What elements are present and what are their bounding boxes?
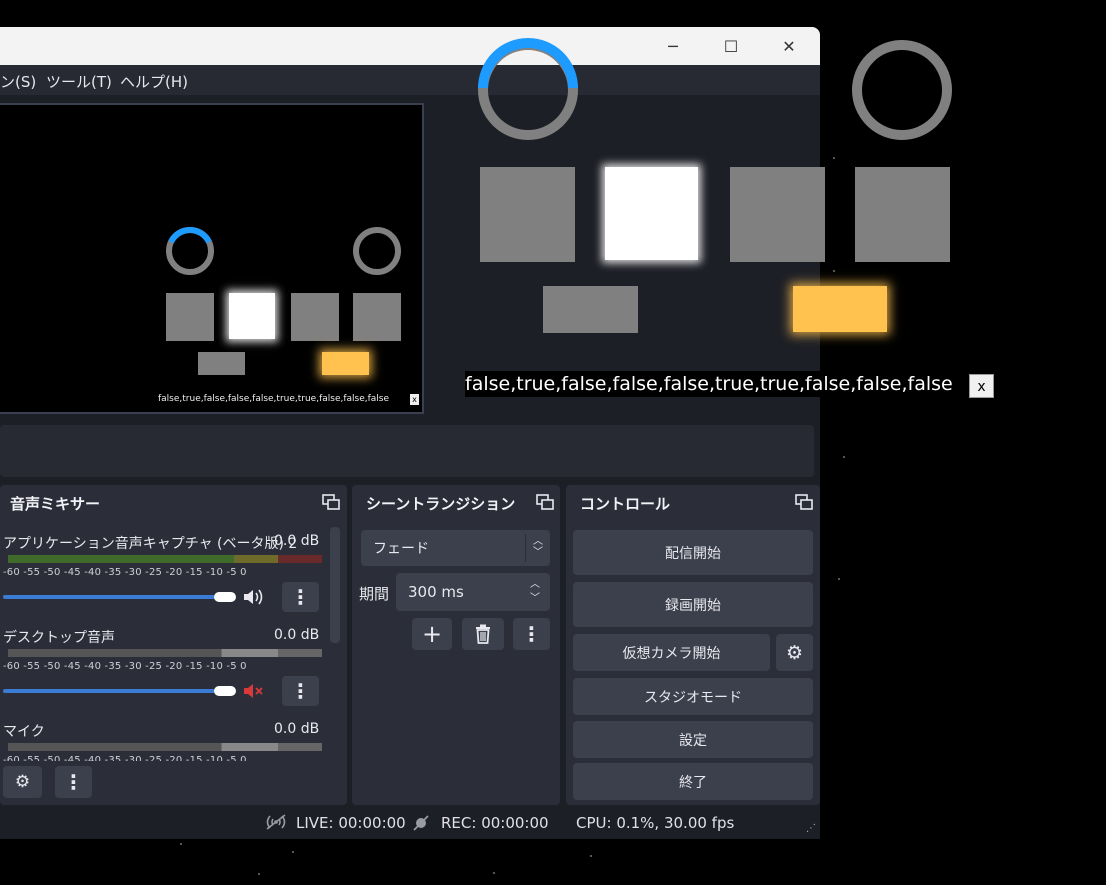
menu-tools[interactable]: ツール(T) (46, 71, 112, 92)
preview-bar-right (322, 352, 369, 375)
exit-button[interactable]: 終了 (573, 763, 813, 800)
duration-spinbox[interactable]: 300 ms ︿ ﹀ (396, 573, 550, 611)
channel-1-slider[interactable] (3, 595, 215, 599)
advanced-audio-settings-button[interactable]: ⚙ (3, 766, 42, 798)
preview-box-4 (353, 293, 401, 341)
cpu-fps-readout: CPU: 0.1%, 30.00 fps (576, 814, 735, 832)
status-bar: LIVE: 00:00:00 REC: 00:00:00 CPU: 0.1%, … (0, 809, 820, 839)
trash-icon (476, 624, 490, 644)
preview-close: x (410, 394, 419, 405)
preview-text: false,true,false,false,false,true,true,f… (158, 394, 390, 404)
scene-transitions-dock: シーントランジション フェード ︿ ﹀ 期間 300 ms ︿ ﹀ + ⋮ (352, 485, 560, 805)
channel-3-scale-clip: -60 -55 -50 -45 -40 -35 -30 -25 -20 -15 … (3, 753, 323, 761)
channel-3-db: 0.0 dB (274, 721, 320, 737)
scene-transitions-title: シーントランジション (366, 495, 516, 513)
remove-transition-button[interactable] (462, 618, 504, 650)
chevron-updown-icon: ︿ ﹀ (533, 536, 543, 558)
start-recording-button[interactable]: 録画開始 (573, 582, 813, 627)
audio-mixer-dock: 音声ミキサー アプリケーション音声キャプチャ (ベータ版) 2 0.0 dB -… (0, 485, 347, 805)
transition-selected-value: フェード (373, 541, 429, 557)
live-broadcast-icon (266, 814, 286, 830)
settings-button[interactable]: 設定 (573, 721, 813, 758)
audio-mixer-title: 音声ミキサー (10, 495, 101, 513)
overlay-box-2 (605, 167, 698, 260)
muted-speaker-icon[interactable] (242, 681, 264, 701)
preview-canvas[interactable]: false,true,false,false,false,true,true,f… (0, 103, 424, 414)
controls-title: コントロール (580, 495, 671, 513)
channel-3-name: マイク (3, 724, 45, 740)
channel-1-slider-knob[interactable] (214, 592, 236, 602)
menu-scene-collection[interactable]: ン(S) (0, 71, 36, 92)
preview-rings (166, 227, 401, 275)
overlay-box-4 (855, 167, 950, 262)
overlay-bar-left (543, 286, 638, 333)
transition-select[interactable]: フェード ︿ ﹀ (361, 530, 550, 566)
channel-2-name: デスクトップ音声 (3, 630, 115, 646)
spin-arrows-icon[interactable]: ︿ ﹀ (530, 578, 540, 606)
start-virtual-camera-button[interactable]: 仮想カメラ開始 (573, 634, 770, 671)
studio-mode-button[interactable]: スタジオモード (573, 678, 813, 715)
preview-box-1 (166, 293, 214, 341)
channel-2-slider[interactable] (3, 689, 215, 693)
rec-icon (413, 815, 429, 831)
overlay-box-1 (480, 167, 575, 262)
preview-strip (0, 425, 814, 477)
gear-icon: ⚙ (785, 641, 804, 664)
channel-1-db: 0.0 dB (274, 533, 320, 549)
select-divider (525, 534, 526, 562)
duration-label: 期間 (359, 585, 390, 603)
channel-2-menu-button[interactable]: ⋮ (282, 676, 319, 706)
mixer-scrollbar[interactable] (330, 527, 340, 643)
duration-value: 300 ms (408, 583, 464, 601)
overlay-state-text: false,true,false,false,false,true,true,f… (465, 371, 953, 397)
channel-3-scale: -60 -55 -50 -45 -40 -35 -30 -25 -20 -15 … (3, 755, 247, 761)
virtual-camera-settings-button[interactable]: ⚙ (776, 634, 813, 671)
resize-grip-icon[interactable]: ⋰ (806, 823, 816, 834)
add-transition-button[interactable]: + (412, 618, 452, 650)
overlay-box-3 (730, 167, 825, 262)
transition-menu-button[interactable]: ⋮ (513, 618, 550, 650)
channel-1-menu-button[interactable]: ⋮ (282, 582, 319, 612)
popout-icon[interactable] (795, 494, 813, 510)
menu-help[interactable]: ヘルプ(H) (120, 71, 188, 92)
channel-1-meter (8, 555, 322, 563)
preview-box-2 (229, 293, 275, 339)
channel-2-slider-knob[interactable] (214, 686, 236, 696)
overlay-bar-right (793, 286, 887, 332)
popout-icon[interactable] (536, 494, 554, 510)
preview-box-3 (291, 293, 339, 341)
channel-2-db: 0.0 dB (274, 627, 320, 643)
speaker-icon[interactable] (242, 587, 264, 607)
start-streaming-button[interactable]: 配信開始 (573, 530, 813, 575)
preview-bar-left (198, 352, 245, 375)
channel-1-name: アプリケーション音声キャプチャ (ベータ版) 2 (3, 536, 298, 552)
rec-timer: REC: 00:00:00 (441, 814, 549, 832)
mixer-menu-button[interactable]: ⋮ (55, 766, 92, 798)
controls-dock: コントロール 配信開始 録画開始 仮想カメラ開始 ⚙ スタジオモード 設定 終了 (566, 485, 820, 805)
live-timer: LIVE: 00:00:00 (296, 814, 406, 832)
channel-2-meter (8, 649, 322, 657)
channel-2-scale: -60 -55 -50 -45 -40 -35 -30 -25 -20 -15 … (3, 661, 247, 672)
channel-1-scale: -60 -55 -50 -45 -40 -35 -30 -25 -20 -15 … (3, 567, 247, 578)
popout-icon[interactable] (322, 494, 340, 510)
overlay-rings (478, 38, 952, 140)
overlay-close-button[interactable]: x (969, 374, 994, 398)
channel-3-meter (8, 743, 322, 751)
